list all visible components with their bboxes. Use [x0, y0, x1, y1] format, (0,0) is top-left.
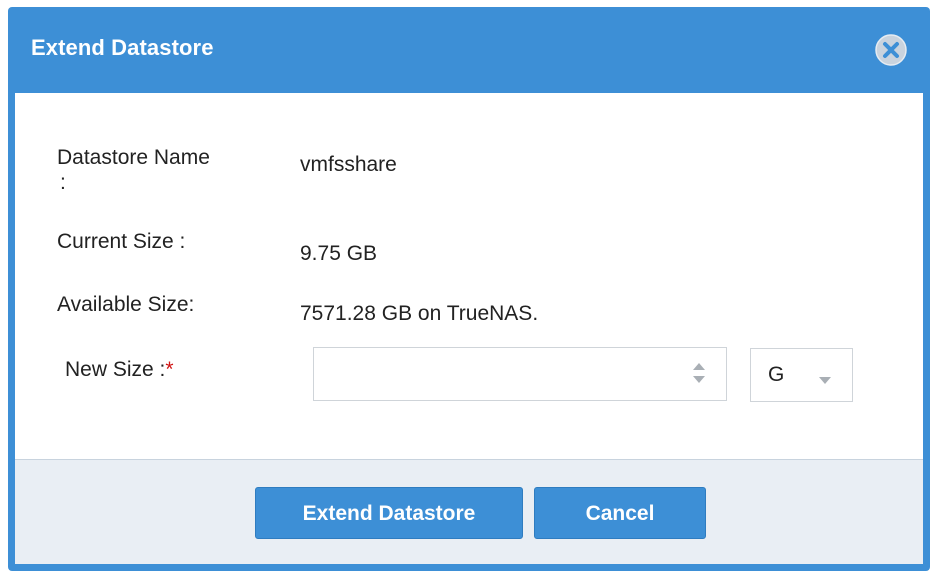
dialog-body: Datastore Name : vmfsshare Current Size … [15, 93, 923, 459]
unit-selected-value: G [768, 363, 785, 386]
dialog-title: Extend Datastore [31, 35, 214, 60]
cancel-button[interactable]: Cancel [534, 487, 706, 539]
new-size-label-text: New Size : [65, 358, 166, 381]
datastore-name-label: Datastore Name [57, 146, 210, 169]
datastore-name-value: vmfsshare [300, 153, 397, 176]
current-size-value: 9.75 GB [300, 242, 378, 265]
dialog-footer: Extend Datastore Cancel [15, 459, 923, 564]
available-size-label: Available Size: [57, 293, 195, 316]
extend-datastore-button[interactable]: Extend Datastore [255, 487, 523, 539]
close-icon[interactable] [874, 33, 908, 67]
new-size-input[interactable] [313, 347, 727, 401]
unit-select[interactable]: G [750, 348, 853, 402]
new-size-label: New Size :* [65, 357, 174, 383]
required-marker: * [165, 358, 174, 381]
chevron-down-icon [818, 372, 832, 390]
extend-datastore-dialog: Extend Datastore Datastore Name : vmfssh… [8, 7, 930, 571]
available-size-value: 7571.28 GB on TrueNAS. [300, 302, 539, 325]
spinner-arrows-icon[interactable] [687, 355, 711, 391]
datastore-name-colon: : [60, 171, 66, 194]
current-size-label: Current Size : [57, 230, 186, 253]
dialog-titlebar: Extend Datastore [8, 7, 930, 93]
